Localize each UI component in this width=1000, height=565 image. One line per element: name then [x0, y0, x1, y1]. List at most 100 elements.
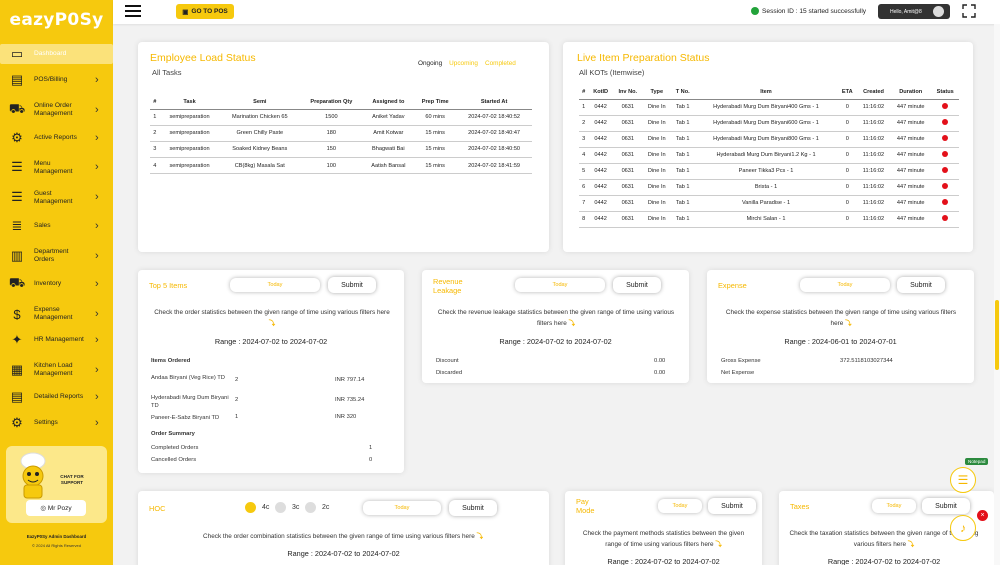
table-cell: semipreparation: [159, 157, 220, 175]
table-cell: 11:16:02: [856, 131, 891, 148]
chevron-right-icon: ›: [95, 74, 99, 86]
table-cell: Tab 1: [670, 211, 695, 228]
column-header: T No.: [670, 85, 695, 100]
table-row: 2 semipreparation Green Chilly Paste 180 Ami…: [150, 125, 532, 142]
hoc-submit-button[interactable]: Submit: [449, 500, 497, 516]
table-cell: Dine In: [642, 147, 671, 164]
hoc-option-2c: 2c: [322, 504, 330, 511]
table-cell: 0: [837, 99, 857, 116]
paymode-submit-button[interactable]: Submit: [708, 498, 756, 514]
sidebar-item-kitchen-load-management[interactable]: ▦ Kitchen Load Management ›: [0, 358, 113, 382]
table-cell: 15 mins: [414, 125, 457, 142]
hamburger-menu-icon[interactable]: [125, 5, 141, 17]
table-cell: 447 minute: [890, 195, 932, 212]
table-cell: CB(8kg) Masala Sat: [219, 157, 301, 175]
sidebar-item-online-order-management[interactable]: ⛟ Online Order Management ›: [0, 98, 113, 122]
table-cell: 11:16:02: [856, 179, 891, 196]
status-cell: [931, 163, 959, 180]
revenue-date-filter[interactable]: Today: [515, 278, 605, 292]
table-cell: 447 minute: [890, 163, 932, 180]
page-scroll-thumb[interactable]: [995, 300, 999, 370]
sidebar-item-menu-management[interactable]: ☰ Menu Management ›: [0, 156, 113, 178]
avatar: [933, 6, 944, 17]
sidebar-item-sales[interactable]: ≣ Sales ›: [0, 216, 113, 236]
taxes-date-filter[interactable]: Today: [872, 499, 916, 513]
hoc-radio-2c[interactable]: [305, 502, 316, 513]
hoc-radio-3c[interactable]: [275, 502, 286, 513]
live-prep-title: Live Item Preparation Status: [577, 52, 710, 64]
sidebar-item-expense-management[interactable]: $ Expense Management ›: [0, 302, 113, 326]
hoc-radio-4c[interactable]: [245, 502, 256, 513]
table-cell: 447 minute: [890, 147, 932, 164]
status-cell: [931, 99, 959, 116]
sidebar-item-active-reports[interactable]: ⚙ Active Reports ›: [0, 128, 113, 148]
list-icon: ☰: [11, 159, 23, 174]
chevron-right-icon: ›: [95, 364, 99, 376]
column-header: KotID: [588, 85, 613, 100]
table-cell: Hyderabadi Murg Dum Biryani400 Gms - 1: [694, 99, 838, 116]
sidebar-item-hr-management[interactable]: ✦ HR Management ›: [0, 330, 113, 350]
hoc-date-filter[interactable]: Today: [363, 501, 441, 515]
tab-upcoming[interactable]: Upcoming: [449, 60, 478, 67]
expense-date-filter[interactable]: Today: [800, 278, 890, 292]
hoc-title: HOC: [149, 504, 166, 513]
gross-expense-value: 372.5118103027344: [840, 358, 893, 364]
taxes-submit-button[interactable]: Submit: [922, 498, 970, 514]
column-header: Semi: [219, 95, 301, 110]
status-dot-icon: [942, 183, 949, 189]
sidebar-item-dashboard[interactable]: ▭ Dashboard: [0, 44, 113, 64]
column-header: Item: [694, 85, 838, 100]
top5-card: Top 5 Items Today Submit Check the order…: [138, 270, 404, 473]
table-cell: Bhagwati Bai: [362, 141, 415, 159]
table-cell: 15 mins: [414, 157, 457, 175]
fullscreen-icon[interactable]: [962, 4, 976, 18]
item-name: Paneer-E-Sabz Biryani TD: [151, 415, 220, 421]
expense-submit-button[interactable]: Submit: [897, 277, 945, 293]
paymode-date-filter[interactable]: Today: [658, 499, 702, 513]
table-row: 5 0442 0631 Dine In Tab 1 Paneer Tikka3 Pcs -…: [579, 163, 959, 180]
close-icon[interactable]: ×: [977, 510, 988, 521]
sidebar-item-detailed-reports[interactable]: ▤ Detailed Reports ›: [0, 387, 113, 407]
sidebar-item-inventory[interactable]: ⛟ Inventory ›: [0, 274, 113, 294]
paymode-card: Pay Mode Today Submit Check the payment …: [565, 491, 762, 565]
sidebar-item-guest-management[interactable]: ☰ Guest Management ›: [0, 186, 113, 208]
discount-label: Discount: [436, 358, 459, 364]
session-ok-icon: [751, 7, 759, 15]
table-cell: 0: [837, 115, 857, 132]
session-status: Session ID : 15 started successfully: [751, 7, 866, 15]
arrow-down-icon: ⤵: [476, 533, 483, 540]
items-ordered-title: Items Ordered: [151, 358, 191, 364]
notification-button[interactable]: ♪: [950, 515, 976, 541]
expense-description: Check the expense statistics between the…: [725, 309, 957, 327]
sidebar-item-pos-billing[interactable]: ▤ POS/Billing ›: [0, 70, 113, 90]
live-prep-card: Live Item Preparation Status All KOTs (I…: [563, 42, 973, 252]
chevron-right-icon: ›: [95, 391, 99, 403]
user-menu[interactable]: Hello, Amit@8: [878, 4, 950, 19]
money-icon: $: [13, 306, 21, 322]
top5-submit-button[interactable]: Submit: [328, 277, 376, 293]
column-header: Prep Time: [414, 95, 457, 110]
table-cell: 11:16:02: [856, 147, 891, 164]
status-dot-icon: [942, 215, 949, 221]
table-row: 4 0442 0631 Dine In Tab 1 Hyderabadi Murg Dum…: [579, 147, 959, 164]
status-cell: [931, 147, 959, 164]
table-cell: Tab 1: [670, 115, 695, 132]
tab-completed[interactable]: Completed: [485, 60, 516, 67]
tab-ongoing[interactable]: Ongoing: [418, 60, 442, 67]
sidebar-item-settings[interactable]: ⚙ Settings ›: [0, 413, 113, 433]
hoc-description: Check the order combination statistics b…: [203, 533, 483, 540]
table-cell: 3: [579, 131, 589, 148]
table-cell: Brista - 1: [694, 179, 838, 196]
table-cell: semipreparation: [159, 141, 220, 159]
chevron-right-icon: ›: [95, 161, 99, 173]
notepad-button[interactable]: ☰: [950, 467, 976, 493]
go-to-pos-button[interactable]: ▣ GO TO POS: [176, 4, 234, 19]
top5-date-filter[interactable]: Today: [230, 278, 320, 292]
sidebar-item-label: Detailed Reports: [34, 393, 84, 400]
revenue-submit-button[interactable]: Submit: [613, 277, 661, 293]
mr-pozy-button[interactable]: ◎ Mr Pozy: [26, 500, 86, 516]
brand-logo[interactable]: eazyP0Sy: [0, 0, 113, 40]
table-cell: Dine In: [642, 131, 671, 148]
page-scrollbar[interactable]: [994, 24, 1000, 565]
sidebar-item-department-orders[interactable]: ▥ Department Orders ›: [0, 244, 113, 268]
